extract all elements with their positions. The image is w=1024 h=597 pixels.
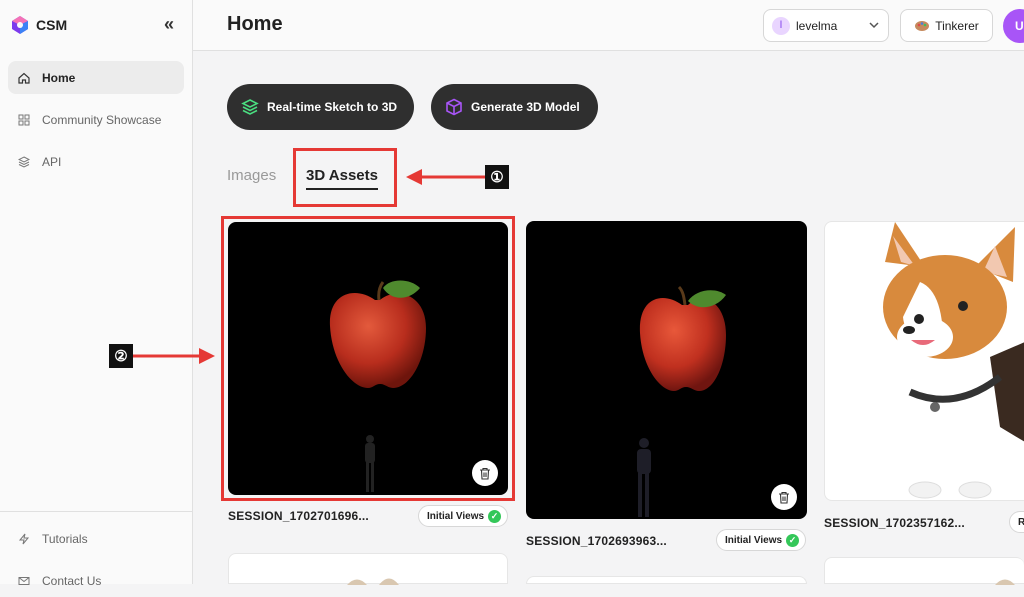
asset-thumbnail-6[interactable] — [824, 557, 1024, 585]
sidebar-item-tutorials[interactable]: Tutorials — [8, 522, 184, 555]
home-icon — [18, 72, 30, 84]
asset-title-3: SESSION_1702357162... — [824, 516, 965, 530]
button-label: Generate 3D Model — [471, 100, 580, 114]
trash-icon — [779, 491, 789, 504]
apple-image — [637, 285, 726, 517]
apple-image — [329, 280, 426, 492]
chevron-down-icon — [869, 22, 879, 29]
asset-thumbnail-1[interactable] — [228, 222, 508, 495]
animal-image — [995, 579, 1015, 585]
bolt-icon — [18, 533, 30, 545]
brand-name: CSM — [36, 17, 68, 33]
palette-icon — [915, 20, 930, 31]
status-badge[interactable]: Initial Views ✓ — [716, 529, 807, 551]
sidebar-footer — [0, 511, 193, 512]
sidebar-item-home[interactable]: Home — [8, 61, 184, 94]
tier-label: Tinkerer — [935, 18, 979, 33]
layers-icon — [18, 155, 30, 168]
status-label: R — [1018, 516, 1024, 528]
workspace-avatar: l — [772, 16, 790, 35]
asset-title-2: SESSION_1702693963... — [526, 534, 667, 548]
tier-button[interactable]: Tinkerer — [900, 9, 993, 42]
status-label: Initial Views — [725, 534, 783, 546]
animal-ears-image — [347, 578, 399, 585]
asset-thumbnail-2[interactable] — [526, 221, 807, 519]
sidebar-item-label: Community Showcase — [42, 112, 162, 127]
button-label: Real-time Sketch to 3D — [267, 100, 398, 114]
csm-logo-icon — [12, 16, 28, 34]
tab-images[interactable]: Images — [227, 167, 276, 184]
annotation-arrow-2 — [133, 348, 215, 364]
user-avatar[interactable]: U — [1003, 9, 1024, 43]
sketch-to-3d-button[interactable]: Real-time Sketch to 3D — [227, 84, 414, 130]
sidebar-item-label: API — [42, 154, 62, 169]
sidebar-item-api[interactable]: API — [8, 145, 184, 178]
sidebar-item-label: Home — [42, 70, 76, 85]
check-icon: ✓ — [488, 509, 502, 523]
asset-thumbnail-5[interactable] — [526, 576, 807, 584]
status-badge[interactable]: Initial Views ✓ — [418, 505, 509, 527]
cube-icon — [446, 98, 462, 116]
mail-icon — [18, 575, 30, 587]
trash-icon — [480, 467, 490, 480]
corgi-image — [883, 222, 1024, 500]
asset-title-1: SESSION_1702701696... — [228, 509, 369, 523]
collapse-sidebar-icon[interactable]: « — [164, 14, 174, 35]
sidebar-item-label: Tutorials — [42, 531, 88, 546]
workspace-name: levelma — [796, 18, 838, 33]
generate-3d-model-button[interactable]: Generate 3D Model — [431, 84, 598, 130]
sidebar-item-label: Contact Us — [42, 573, 102, 588]
annotation-marker-1: ① — [485, 165, 509, 189]
grid-icon — [18, 114, 30, 126]
sidebar: CSM « Home Community Showcase API Tutori… — [0, 0, 193, 588]
delete-button[interactable] — [771, 484, 797, 510]
asset-thumbnail-4[interactable] — [228, 553, 508, 585]
sidebar-item-contact-us[interactable]: Contact Us — [8, 564, 184, 597]
brand-logo[interactable]: CSM — [10, 15, 67, 35]
asset-thumbnail-3[interactable] — [824, 221, 1024, 501]
sidebar-item-community-showcase[interactable]: Community Showcase — [8, 103, 184, 136]
layers-green-icon — [241, 99, 259, 115]
top-header: Home l levelma Tinkerer U — [193, 0, 1024, 51]
workspace-select[interactable]: l levelma — [763, 9, 889, 42]
annotation-arrow-1 — [406, 169, 486, 185]
annotation-box-tabs — [293, 148, 397, 207]
annotation-marker-2: ② — [109, 344, 133, 368]
status-badge[interactable]: R — [1009, 511, 1024, 533]
delete-button[interactable] — [472, 460, 498, 486]
status-label: Initial Views — [427, 510, 485, 522]
page-title: Home — [227, 13, 283, 35]
check-icon: ✓ — [786, 533, 800, 547]
